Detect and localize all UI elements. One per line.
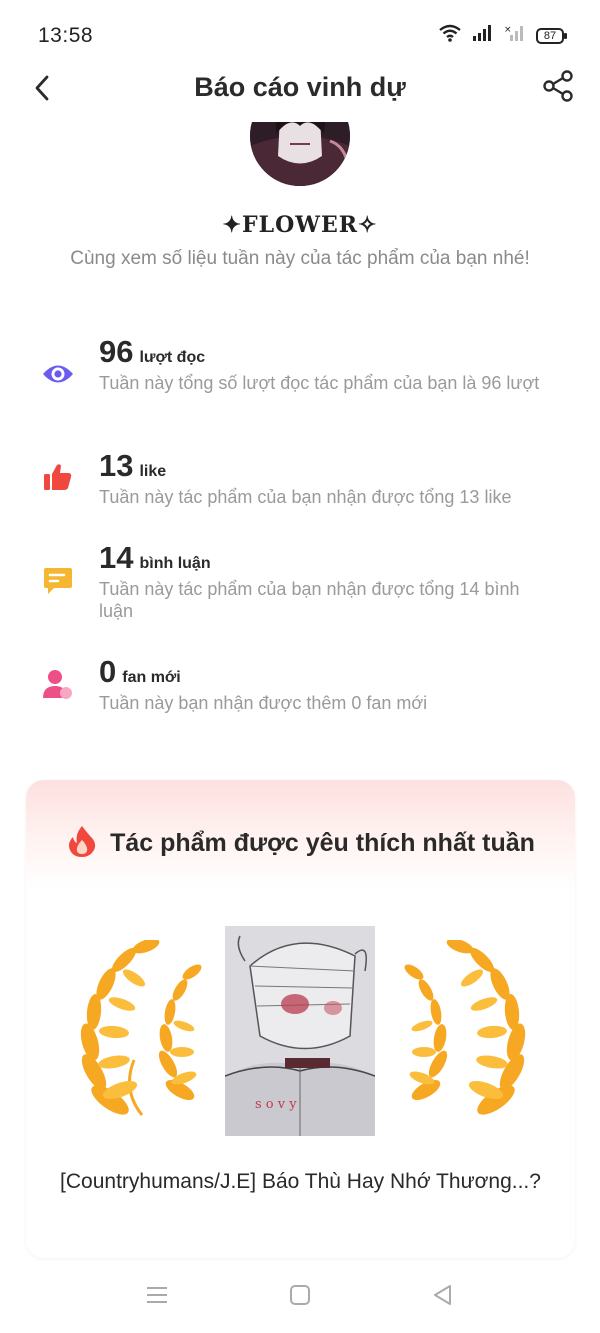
favorite-title: Tác phẩm được yêu thích nhất tuần	[110, 829, 535, 857]
comments-description: Tuần này tác phẩm của bạn nhận được tổng…	[99, 579, 520, 621]
triangle-back-icon	[431, 1283, 453, 1312]
likes-description: Tuần này tác phẩm của bạn nhận được tổng…	[99, 487, 512, 507]
signal-off-icon: ×	[504, 24, 526, 47]
page-title: Báo cáo vinh dự	[194, 72, 406, 102]
comment-icon	[40, 562, 76, 598]
svg-text:s o v y: s o v y	[255, 1097, 297, 1112]
reads-description: Tuần này tổng số lượt đọc tác phẩm của b…	[99, 373, 540, 393]
favorite-title-row: Tác phẩm được yêu thích nhất tuần	[26, 824, 575, 863]
fire-icon	[66, 824, 98, 863]
header: Báo cáo vinh dự	[0, 64, 600, 114]
likes-count: 13	[99, 448, 134, 483]
reads-count: 96	[99, 334, 134, 369]
favorite-work-card: Tác phẩm được yêu thích nhất tuần s o v …	[26, 780, 575, 1258]
menu-icon	[145, 1285, 169, 1310]
menu-button[interactable]	[137, 1282, 177, 1312]
battery-icon: 87	[536, 27, 567, 44]
likes-unit: like	[139, 463, 167, 480]
share-icon	[541, 69, 575, 108]
fans-description: Tuần này bạn nhận được thêm 0 fan mới	[99, 693, 428, 713]
laurel-left-icon	[72, 938, 202, 1135]
fans-unit: fan mới	[122, 669, 181, 686]
laurel-right-icon	[404, 938, 534, 1135]
back-nav-button[interactable]	[422, 1282, 462, 1312]
status-icons: × 87	[438, 24, 567, 47]
comments-unit: bình luận	[139, 555, 211, 572]
fans-count: 0	[99, 654, 117, 689]
status-bar: 13:58 × 87	[0, 0, 600, 70]
thumbs-up-icon	[40, 459, 76, 495]
reads-unit: lượt đọc	[139, 349, 206, 366]
wifi-icon	[438, 24, 462, 47]
system-nav-bar	[0, 1270, 600, 1333]
svg-text:×: ×	[504, 25, 512, 35]
square-icon	[289, 1284, 311, 1311]
work-title-link[interactable]: [Countryhumans/J.E] Báo Thù Hay Nhớ Thươ…	[26, 1170, 575, 1194]
comments-count: 14	[99, 540, 134, 575]
signal-icon	[472, 24, 494, 47]
person-icon	[40, 666, 76, 702]
home-button[interactable]	[280, 1282, 320, 1312]
work-cover-image[interactable]: s o v y	[225, 926, 375, 1136]
subtitle: Cùng xem số liệu tuần này của tác phẩm c…	[70, 248, 530, 269]
status-time: 13:58	[38, 24, 94, 47]
username: ✦FLOWER✧	[222, 212, 378, 238]
eye-icon	[40, 356, 76, 392]
share-button[interactable]	[538, 68, 578, 108]
